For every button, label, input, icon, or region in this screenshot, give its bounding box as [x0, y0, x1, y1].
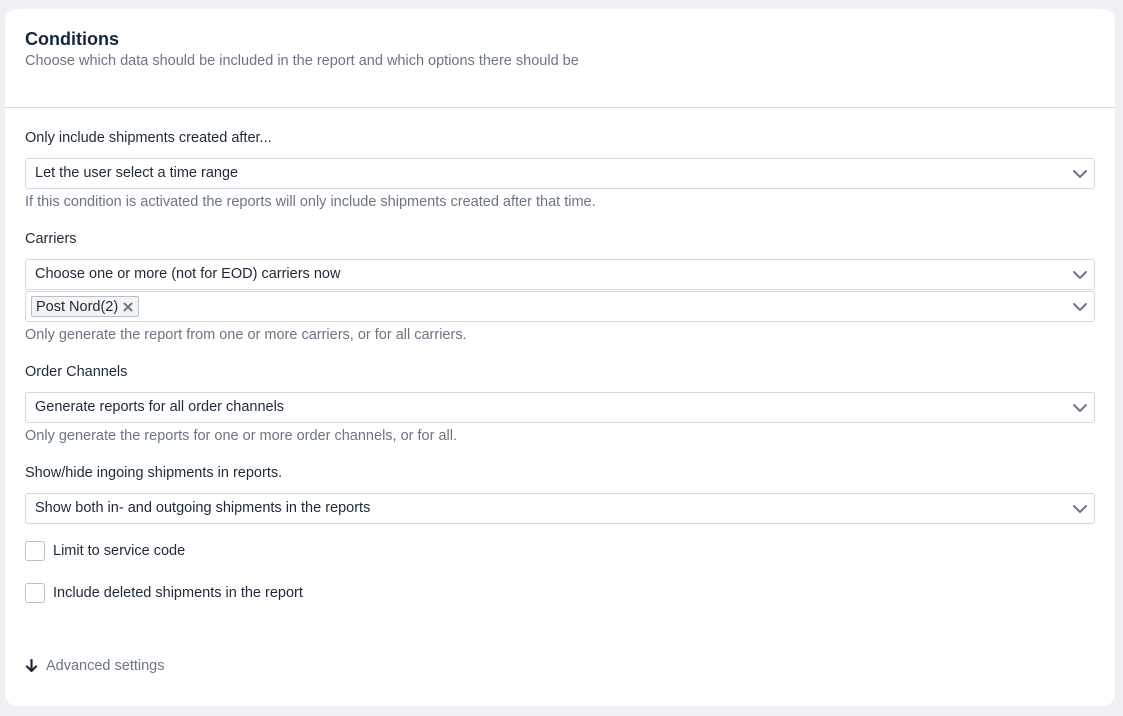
chevron-down-icon: [1073, 505, 1087, 513]
carriers-value: Choose one or more (not for EOD) carrier…: [35, 266, 341, 282]
ingoing-value: Show both in- and outgoing shipments in …: [35, 500, 371, 516]
chevron-down-icon: [1073, 404, 1087, 412]
chevron-down-icon: [1073, 170, 1087, 178]
carrier-tag: Post Nord(2): [31, 296, 140, 317]
chevron-down-icon: [1073, 303, 1087, 311]
created-after-help: If this condition is activated the repor…: [25, 194, 596, 210]
limit-service-code-row[interactable]: Limit to service code: [25, 541, 185, 561]
ingoing-select[interactable]: Show both in- and outgoing shipments in …: [25, 493, 1095, 524]
created-after-select[interactable]: Let the user select a time range: [25, 158, 1095, 189]
page-subtitle: Choose which data should be included in …: [25, 53, 579, 69]
limit-service-code-label: Limit to service code: [53, 543, 186, 559]
include-deleted-row[interactable]: Include deleted shipments in the report: [25, 583, 303, 603]
include-deleted-checkbox[interactable]: [25, 583, 45, 603]
order-channels-select[interactable]: Generate reports for all order channels: [25, 392, 1095, 423]
order-channels-value: Generate reports for all order channels: [35, 399, 285, 415]
advanced-settings-toggle[interactable]: Advanced settings: [25, 658, 165, 674]
ingoing-label: Show/hide ingoing shipments in reports.: [25, 465, 283, 481]
carrier-tag-label: Post Nord(2): [36, 298, 119, 315]
include-deleted-label: Include deleted shipments in the report: [53, 585, 303, 601]
created-after-value: Let the user select a time range: [35, 165, 239, 181]
order-channels-label: Order Channels: [25, 364, 128, 380]
limit-service-code-checkbox[interactable]: [25, 541, 45, 561]
chevron-down-icon: [1073, 271, 1087, 279]
created-after-label: Only include shipments created after...: [25, 130, 272, 146]
carriers-multiselect[interactable]: Post Nord(2): [25, 291, 1095, 322]
card-header: Conditions Choose which data should be i…: [5, 9, 1115, 108]
arrow-down-icon: [25, 659, 38, 673]
advanced-settings-label: Advanced settings: [46, 658, 165, 674]
page-title: Conditions: [25, 29, 119, 49]
remove-tag-icon[interactable]: [122, 301, 134, 313]
order-channels-help: Only generate the reports for one or mor…: [25, 428, 457, 444]
carriers-help: Only generate the report from one or mor…: [25, 327, 467, 343]
conditions-card: Conditions Choose which data should be i…: [5, 9, 1115, 706]
carriers-select[interactable]: Choose one or more (not for EOD) carrier…: [25, 259, 1095, 290]
carriers-label: Carriers: [25, 231, 77, 247]
